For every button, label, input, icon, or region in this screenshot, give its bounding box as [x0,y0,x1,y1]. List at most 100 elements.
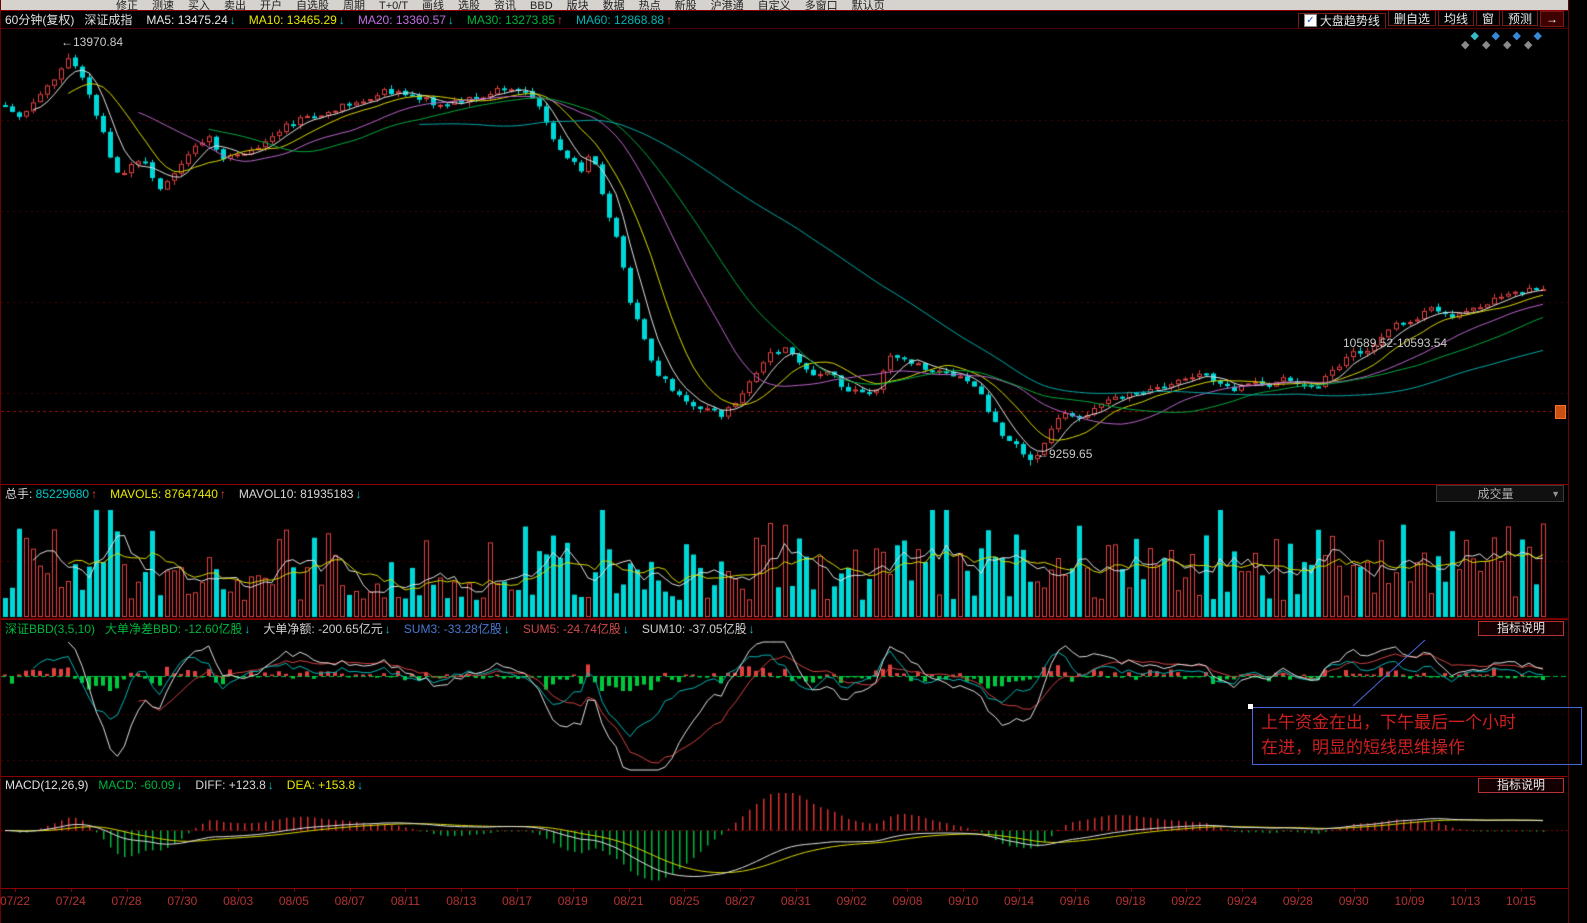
date-label-17: 09/10 [948,894,978,908]
date-label-5: 08/05 [279,894,309,908]
date-label-22: 09/24 [1227,894,1257,908]
axis-tick [963,889,964,892]
axis-tick [1410,889,1411,892]
macd-field-label: DIFF: [195,778,228,792]
bbd-field-value: -12.60亿股 [184,622,242,636]
bbd-field-label: 大单净额: [263,622,318,636]
toolbar-button-3[interactable]: 预测 [1502,10,1538,26]
trend-line-label: 大盘趋势线 [1320,12,1380,28]
volume-type-dropdown[interactable]: 成交量 ▼ [1436,485,1564,502]
window-layout-icon-2[interactable]: ◆◆ [1502,31,1523,53]
next-window-icon[interactable]: → [1540,11,1564,27]
date-label-13: 08/27 [725,894,755,908]
window-layout-icon-0[interactable]: ◆◆ [1460,31,1481,53]
axis-tick [684,889,685,892]
axis-tick [182,889,183,892]
axis-tick [1298,889,1299,892]
range-price-label: 10589.52-10593.54 [1343,336,1447,350]
menu-item-10[interactable]: 资讯 [494,0,516,10]
ma-field-label: MA5: [146,13,177,27]
macd-indicator-help-button[interactable]: 指标说明 [1478,778,1564,793]
diamond-icon: ◆ [1534,31,1542,42]
macd-field-2: DEA: +153.8↓ [287,778,363,792]
macd-field-label: MACD: [98,778,140,792]
volume-chart-canvas[interactable] [1,502,1568,619]
bbd-field-0: 大单净差BBD: -12.60亿股↓ [105,622,250,636]
axis-tick [127,889,128,892]
annotation-text-line1: 上午资金在出，下午最后一个小时 [1261,710,1573,735]
menu-item-1[interactable]: 测速 [152,0,174,10]
ma-field-3: MA30: 13273.85↑ [467,13,563,27]
axis-tick [517,889,518,892]
menu-item-3[interactable]: 卖出 [224,0,246,10]
volume-field-value: 85229680 [36,487,89,501]
axis-tick [629,889,630,892]
volume-type-label: 成交量 [1440,485,1551,502]
price-tag-marker [1555,405,1566,419]
volume-indicators: 总手: 85229680↑MAVOL5: 87647440↑MAVOL10: 8… [5,485,374,502]
down-arrow-icon: ↓ [355,487,361,501]
macd-field-value: +153.8 [318,778,355,792]
down-arrow-icon: ↓ [385,622,391,636]
menu-item-12[interactable]: 版块 [567,0,589,10]
date-label-4: 08/03 [223,894,253,908]
menu-item-17[interactable]: 自定义 [758,0,791,10]
symbol-label: 深证成指 [84,11,132,28]
macd-header: MACD(12,26,9) MACD: -60.09↓DIFF: +123.8↓… [1,776,1568,793]
main-chart-pane: ←13970.84 ←9259.65 10589.52-10593.54 ◆◆◆… [1,28,1568,484]
date-label-8: 08/13 [446,894,476,908]
period-label: 60分钟(复权) [5,11,74,28]
axis-tick [15,889,16,892]
diamond-icon: ◆ [1503,40,1511,51]
main-chart-canvas[interactable] [1,29,1568,484]
up-arrow-icon: ↑ [666,13,672,27]
bbd-field-label: SUM5: [523,622,563,636]
date-label-9: 08/17 [502,894,532,908]
bbd-field-2: SUM3: -33.28亿股↓ [404,622,510,636]
window-layout-icon-3[interactable]: ◆◆ [1523,31,1544,53]
menu-item-6[interactable]: 周期 [343,0,365,10]
annotation-box[interactable]: 上午资金在出，下午最后一个小时 在进，明显的短线思维操作 [1252,707,1582,765]
menu-item-5[interactable]: 自选股 [296,0,329,10]
menu-item-18[interactable]: 多窗口 [805,0,838,10]
menu-item-8[interactable]: 画线 [422,0,444,10]
toolbar-button-0[interactable]: 删自选 [1388,10,1436,26]
menu-item-2[interactable]: 买入 [188,0,210,10]
menu-item-4[interactable]: 开户 [260,0,282,10]
volume-field-value: 87647440 [165,487,218,501]
menu-item-13[interactable]: 数据 [603,0,625,10]
menu-item-7[interactable]: T+0/T [379,0,408,10]
volume-chart-pane [1,502,1568,619]
date-label-24: 09/30 [1339,894,1369,908]
macd-chart-canvas[interactable] [1,793,1568,888]
bottom-strip [1,912,1568,923]
menu-item-16[interactable]: 沪港通 [711,0,744,10]
date-label-27: 10/15 [1506,894,1536,908]
window-layout-icon-1[interactable]: ◆◆ [1481,31,1502,53]
trend-checkbox[interactable]: ✓ [1304,14,1317,27]
axis-tick [1354,889,1355,892]
date-label-6: 08/07 [335,894,365,908]
bbd-indicator-help-button[interactable]: 指标说明 [1478,621,1564,636]
menu-item-14[interactable]: 热点 [639,0,661,10]
macd-field-label: DEA: [287,778,318,792]
axis-tick [1186,889,1187,892]
toolbar-button-2[interactable]: 窗 [1476,10,1500,26]
diamond-icon: ◆ [1461,40,1469,51]
menu-item-15[interactable]: 新股 [675,0,697,10]
toolbar-button-1[interactable]: 均线 [1438,10,1474,26]
menu-item-0[interactable]: 修正 [116,0,138,10]
down-arrow-icon: ↓ [448,13,454,27]
bbd-header: 深证BBD(3,5,10) 大单净差BBD: -12.60亿股↓大单净额: -2… [1,619,1568,636]
axis-tick [238,889,239,892]
axis-tick [461,889,462,892]
top-menu-bar: 修正 测速 买入 卖出 开户 自选股 周期 T+0/T 画线 选股 资讯 BBD 版块 数据 热点 新股 沪港通… [1,0,1568,10]
bbd-title: 深证BBD(3,5,10) [5,620,95,637]
menu-item-9[interactable]: 选股 [458,0,480,10]
trend-line-toggle[interactable]: ✓大盘趋势线 [1298,13,1386,28]
menu-item-11[interactable]: BBD [530,0,553,10]
menu-item-19[interactable]: 默认页 [852,0,885,10]
axis-tick [852,889,853,892]
macd-title: MACD(12,26,9) [5,778,88,792]
annotation-handle[interactable] [1248,704,1253,709]
